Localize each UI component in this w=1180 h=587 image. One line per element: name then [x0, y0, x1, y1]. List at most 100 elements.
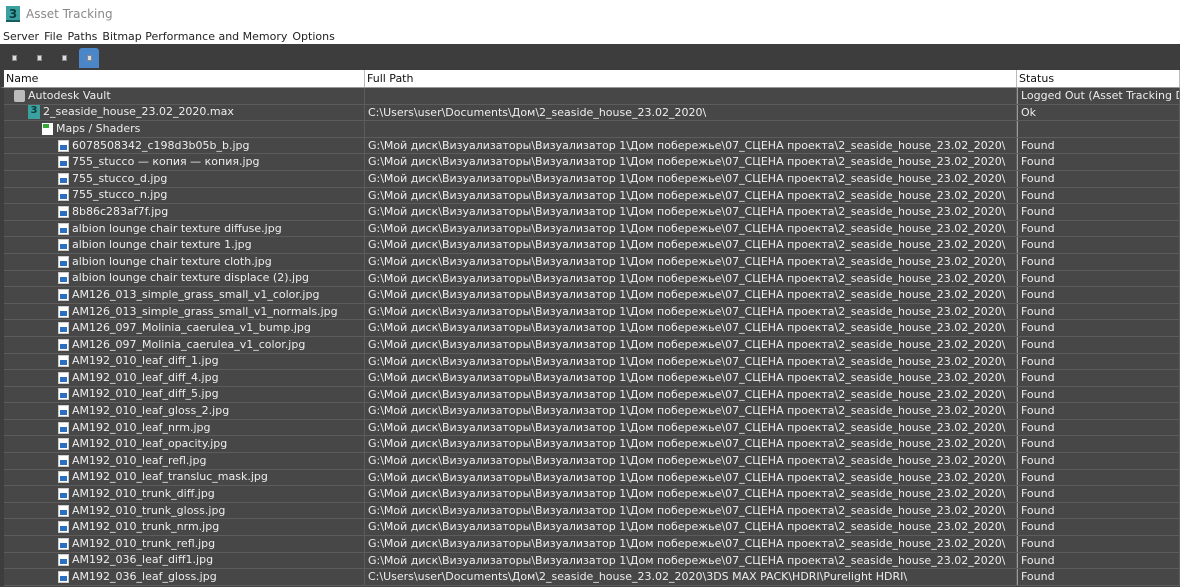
status-cell: Ok: [1017, 104, 1180, 121]
table-row[interactable]: AM192_010_leaf_gloss_2.jpg G:\Мой диск\Ви…: [4, 403, 1180, 420]
table-row[interactable]: 6078508342_c198d3b05b_b.jpg G:\Мой диск\В…: [4, 137, 1180, 155]
table-row[interactable]: AM192_036_leaf_diff1.jpg G:\Мой диск\Визу…: [4, 552, 1180, 570]
table-row[interactable]: AM192_010_trunk_gloss.jpg G:\Мой диск\Виз…: [4, 502, 1180, 520]
asset-name: AM192_010_leaf_diff_5.jpg: [72, 387, 219, 401]
table-view-button[interactable]: [79, 48, 99, 68]
full-path-cell: G:\Мой диск\Визуализаторы\Визуализатор 1…: [365, 253, 1017, 270]
table-row[interactable]: albion lounge chair texture 1.jpg G:\Мой …: [4, 237, 1180, 254]
menu-file[interactable]: File: [44, 30, 62, 43]
full-path-cell: G:\Мой диск\Визуализаторы\Визуализатор 1…: [365, 552, 1017, 569]
name-cell: AM192_010_leaf_opacity.jpg: [4, 436, 365, 453]
column-header-full-path[interactable]: Full Path: [365, 70, 1017, 87]
status-cell: Found: [1017, 519, 1180, 536]
full-path-cell: G:\Мой диск\Визуализаторы\Визуализатор 1…: [365, 237, 1017, 253]
table-row[interactable]: AM126_013_simple_grass_small_v1_color.jp…: [4, 287, 1180, 304]
full-path-cell: G:\Мой диск\Визуализаторы\Визуализатор 1…: [365, 154, 1017, 170]
asset-name: AM192_036_leaf_gloss.jpg: [72, 570, 217, 584]
window-title: Asset Tracking: [26, 7, 113, 21]
table-header: Name Full Path Status: [0, 70, 1180, 88]
table-row[interactable]: albion lounge chair texture cloth.jpg G:\…: [4, 253, 1180, 271]
status-cell: Found: [1017, 353, 1180, 370]
status-cell: Found: [1017, 154, 1180, 170]
asset-name: AM192_010_trunk_refl.jpg: [72, 536, 216, 550]
status-cell: Found: [1017, 336, 1180, 353]
asset-name: albion lounge chair texture displace (2)…: [72, 271, 310, 285]
table-row[interactable]: Maps / Shaders: [4, 121, 1180, 138]
menu-options[interactable]: Options: [292, 30, 334, 43]
table-row[interactable]: 755_stucco_n.jpg G:\Мой диск\Визуализатор…: [4, 187, 1180, 205]
status-cell: Found: [1017, 287, 1180, 303]
table-row[interactable]: AM192_010_leaf_diff_1.jpg G:\Мой диск\Виз…: [4, 353, 1180, 371]
table-row[interactable]: albion lounge chair texture displace (2)…: [4, 270, 1180, 288]
image-file-icon: [58, 305, 69, 318]
refresh-button[interactable]: [54, 48, 74, 68]
menu-bitmap-performance[interactable]: Bitmap Performance and Memory: [102, 30, 287, 43]
table-row[interactable]: AM192_010_leaf_refl.jpg G:\Мой диск\Визуа…: [4, 453, 1180, 470]
image-file-icon: [58, 571, 69, 584]
full-path-cell: G:\Мой диск\Визуализаторы\Визуализатор 1…: [365, 287, 1017, 303]
image-file-icon: [58, 189, 69, 202]
list-view-button[interactable]: [29, 48, 49, 68]
full-path-cell: G:\Мой диск\Визуализаторы\Визуализатор 1…: [365, 419, 1017, 436]
column-header-name[interactable]: Name: [4, 70, 365, 87]
full-path-cell: G:\Мой диск\Визуализаторы\Визуализатор 1…: [365, 469, 1017, 486]
table-row[interactable]: AM192_010_leaf_diff_5.jpg G:\Мой диск\Виз…: [4, 386, 1180, 404]
table-row[interactable]: AM126_097_Molinia_caerulea_v1_bump.jpg G:…: [4, 320, 1180, 337]
full-path-cell: C:\Users\user\Documents\Дом\2_seaside_ho…: [365, 569, 1017, 585]
image-file-icon: [58, 139, 69, 152]
table-row[interactable]: AM126_097_Molinia_caerulea_v1_color.jpg G…: [4, 336, 1180, 354]
name-cell: AM192_010_leaf_nrm.jpg: [4, 419, 365, 436]
image-file-icon: [58, 388, 69, 401]
name-cell: albion lounge chair texture diffuse.jpg: [4, 220, 365, 237]
asset-name: AM192_010_leaf_diff_1.jpg: [72, 354, 219, 368]
table-row[interactable]: 755_stucco — копия — копия.jpg G:\Мой дис…: [4, 154, 1180, 171]
status-cell: Found: [1017, 419, 1180, 436]
menu-server[interactable]: Server: [3, 30, 39, 43]
name-cell: AM192_010_trunk_gloss.jpg: [4, 502, 365, 519]
table-row[interactable]: albion lounge chair texture diffuse.jpg G…: [4, 220, 1180, 238]
table-row[interactable]: AM192_010_leaf_transluc_mask.jpg G:\Мой д…: [4, 469, 1180, 487]
status-cell: Found: [1017, 403, 1180, 419]
image-file-icon: [58, 405, 69, 418]
status-cell: Found: [1017, 170, 1180, 187]
asset-name: AM192_010_leaf_opacity.jpg: [72, 437, 228, 451]
menu-paths[interactable]: Paths: [68, 30, 98, 43]
table-row[interactable]: 3 2_seaside_house_23.02_2020.max C:\Users\…: [4, 104, 1180, 122]
asset-name: AM192_010_leaf_refl.jpg: [72, 453, 207, 467]
vault-icon: [14, 89, 25, 102]
name-cell: 755_stucco_n.jpg: [4, 187, 365, 204]
max-file-icon: 3: [28, 105, 40, 120]
table-row[interactable]: AM192_010_leaf_diff_4.jpg G:\Мой диск\Виз…: [4, 370, 1180, 387]
status-cell: [1017, 121, 1180, 137]
table-row[interactable]: AM192_010_trunk_diff.jpg G:\Мой диск\Визу…: [4, 486, 1180, 503]
asset-name: AM192_010_leaf_gloss_2.jpg: [72, 404, 230, 418]
full-path-cell: G:\Мой диск\Визуализаторы\Визуализатор 1…: [365, 303, 1017, 320]
asset-name: 755_stucco_n.jpg: [72, 188, 168, 202]
asset-name: AM126_097_Molinia_caerulea_v1_bump.jpg: [72, 321, 311, 335]
table-row[interactable]: AM192_010_leaf_opacity.jpg G:\Мой диск\Ви…: [4, 436, 1180, 454]
table-row[interactable]: AM192_036_leaf_gloss.jpg C:\Users\user\Do…: [4, 569, 1180, 586]
table-row[interactable]: 755_stucco_d.jpg G:\Мой диск\Визуализатор…: [4, 170, 1180, 188]
full-path-cell: G:\Мой диск\Визуализаторы\Визуализатор 1…: [365, 204, 1017, 220]
table-row[interactable]: AM192_010_trunk_refl.jpg G:\Мой диск\Визу…: [4, 536, 1180, 553]
image-file-icon: [58, 504, 69, 517]
asset-name: albion lounge chair texture cloth.jpg: [72, 254, 272, 268]
full-path-cell: G:\Мой диск\Визуализаторы\Визуализатор 1…: [365, 320, 1017, 336]
table-row[interactable]: 8b86c283af7f.jpg G:\Мой диск\Визуализатор…: [4, 204, 1180, 221]
status-view-button[interactable]: [4, 48, 24, 68]
name-cell: AM192_010_leaf_transluc_mask.jpg: [4, 469, 365, 486]
column-header-status[interactable]: Status: [1017, 70, 1180, 87]
full-path-cell: G:\Мой диск\Визуализаторы\Визуализатор 1…: [365, 170, 1017, 187]
table-row[interactable]: AM192_010_trunk_nrm.jpg G:\Мой диск\Визуа…: [4, 519, 1180, 537]
table-row[interactable]: Autodesk Vault Logged Out (Asset Tracking…: [4, 88, 1180, 105]
asset-name: AM192_036_leaf_diff1.jpg: [72, 553, 214, 567]
status-cell: Found: [1017, 386, 1180, 403]
image-file-icon: [58, 222, 69, 235]
asset-name: Maps / Shaders: [56, 121, 141, 135]
asset-name: AM126_097_Molinia_caerulea_v1_color.jpg: [72, 337, 306, 351]
asset-name: AM192_010_trunk_nrm.jpg: [72, 520, 220, 534]
table-row[interactable]: AM192_010_leaf_nrm.jpg G:\Мой диск\Визуал…: [4, 419, 1180, 437]
table-row[interactable]: AM126_013_simple_grass_small_v1_normals.…: [4, 303, 1180, 321]
name-cell: albion lounge chair texture displace (2)…: [4, 270, 365, 287]
full-path-cell: G:\Мой диск\Визуализаторы\Визуализатор 1…: [365, 187, 1017, 204]
